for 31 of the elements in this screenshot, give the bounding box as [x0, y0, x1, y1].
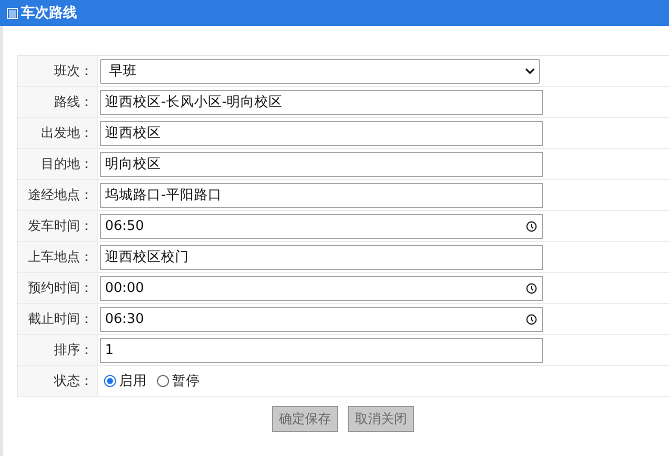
radio-button[interactable]: [104, 375, 116, 387]
clock-icon: [526, 220, 537, 232]
field-label: 途经地点：: [28, 187, 93, 204]
field-label: 预约时间：: [28, 280, 93, 297]
input-field[interactable]: 迎西校区校门: [100, 244, 543, 270]
input-field[interactable]: 1: [100, 338, 543, 362]
radio-option[interactable]: 启用: [100, 372, 147, 390]
input-field[interactable]: 坞城路口-平阳路口: [100, 182, 543, 208]
clock-icon: [526, 282, 537, 294]
time-field[interactable]: 06:30: [100, 306, 543, 332]
clock-icon: [526, 314, 537, 324]
radio-button[interactable]: [157, 375, 169, 387]
shift-dropdown[interactable]: 早班: [100, 58, 540, 84]
table-icon: [7, 8, 18, 18]
chevron-down-icon: [525, 68, 535, 74]
field-label: 发车时间：: [28, 218, 93, 235]
radio-option[interactable]: 暂停: [153, 372, 200, 390]
field-label: 路线：: [54, 94, 93, 111]
input-field[interactable]: 迎西校区-长风小区-明向校区: [100, 90, 543, 114]
field-label: 截止时间：: [28, 311, 93, 328]
field-label: 状态：: [54, 373, 93, 390]
time-field[interactable]: 06:50: [100, 214, 543, 238]
field-label: 排序：: [54, 342, 93, 359]
time-field[interactable]: 00:00: [100, 276, 543, 300]
input-field[interactable]: 迎西校区: [100, 120, 543, 146]
field-label: 上车地点：: [28, 249, 93, 266]
field-label: 出发地：: [41, 125, 93, 142]
window-title: 车次路线: [21, 4, 77, 22]
field-label: 目的地：: [41, 156, 93, 173]
field-label: 班次：: [54, 63, 93, 80]
input-field[interactable]: 明向校区: [100, 152, 543, 176]
